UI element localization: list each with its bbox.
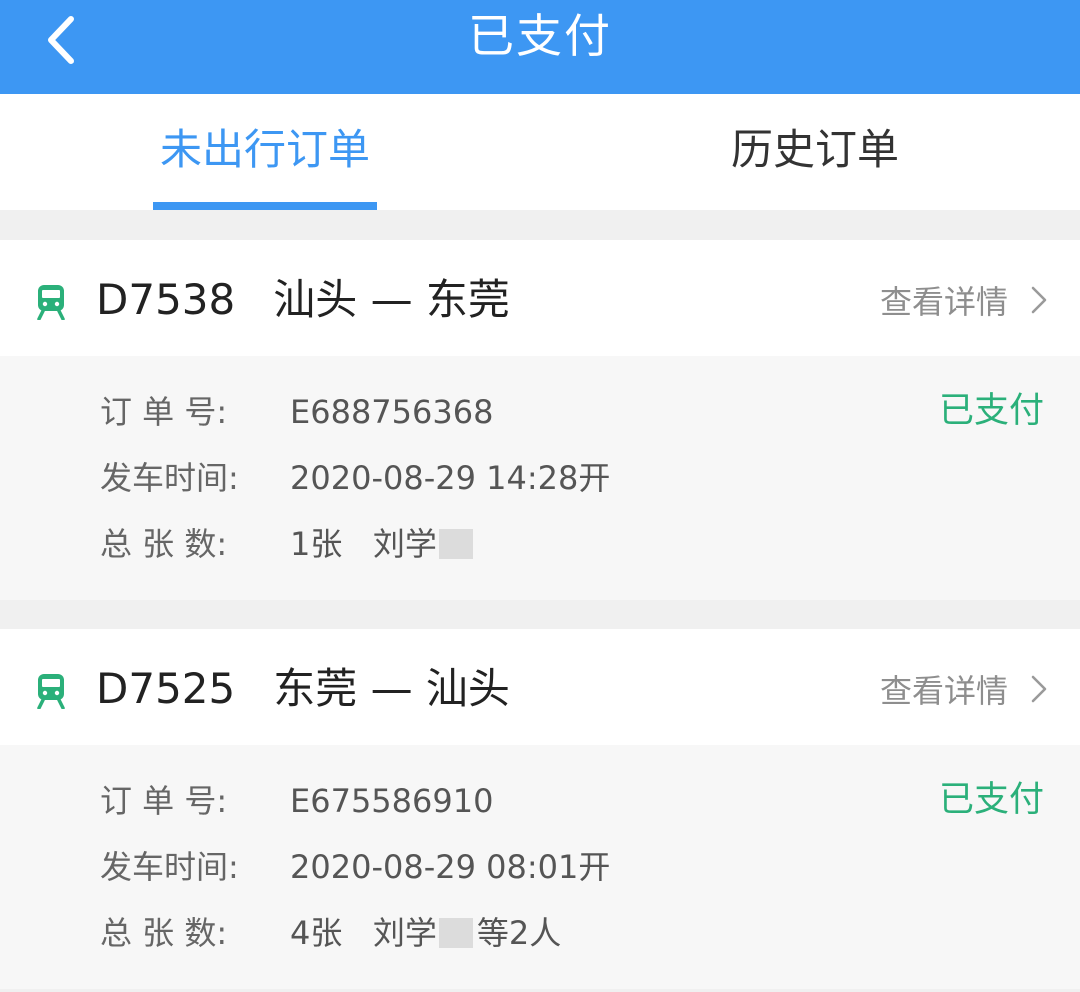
order-number-label: 订 单 号: [100, 393, 228, 431]
ticket-count-row: 总 张 数: 1张 刘学 [100, 522, 477, 566]
train-number: D7538 [96, 275, 236, 324]
train-icon [37, 674, 65, 709]
route-stations: 汕头 — 东莞 [273, 275, 510, 324]
tab-history-orders[interactable]: 历史订单 [700, 120, 930, 180]
order-card: D7538 汕头 — 东莞 查看详情 订 单 号: E688756368 发车时间:… [0, 240, 1080, 600]
departure-time-value: 2020-08-29 14:28开 [290, 459, 611, 497]
ticket-count-row: 总 张 数: 4张 刘学 等2人 [100, 911, 561, 955]
nav-bar: 已支付 [0, 0, 1080, 94]
order-number-value: E675586910 [290, 782, 494, 820]
active-tab-indicator [153, 202, 377, 210]
page-title: 已支付 [468, 9, 612, 63]
train-route: D7525 东莞 — 汕头 [96, 659, 510, 719]
ticket-count-value: 4张 [290, 914, 343, 952]
order-number-row: 订 单 号: E688756368 [100, 390, 493, 434]
ticket-count-label: 总 张 数: [100, 525, 228, 563]
train-icon [37, 285, 65, 320]
route-stations: 东莞 — 汕头 [273, 664, 510, 713]
tab-bar: 未出行订单 历史订单 [0, 94, 1080, 210]
view-details-label: 查看详情 [879, 672, 1008, 710]
order-number-value: E688756368 [290, 393, 494, 431]
redacted-name [438, 918, 473, 948]
order-card-body: 订 单 号: E688756368 发车时间: 2020-08-29 14:28开 … [0, 356, 1080, 600]
departure-time-label: 发车时间: [100, 848, 239, 886]
departure-time-label: 发车时间: [100, 459, 239, 497]
train-route: D7538 汕头 — 东莞 [96, 270, 510, 330]
departure-time-value: 2020-08-29 08:01开 [290, 848, 611, 886]
view-details-link[interactable]: 查看详情 [880, 278, 1048, 322]
order-card-header: D7525 东莞 — 汕头 查看详情 [0, 629, 1080, 745]
passenger-name: 刘学 [372, 914, 437, 952]
order-card: D7525 东莞 — 汕头 查看详情 订 单 号: E675586910 发车时间:… [0, 629, 1080, 989]
view-details-link[interactable]: 查看详情 [880, 667, 1048, 711]
status-badge: 已支付 [938, 391, 1044, 431]
departure-time-row: 发车时间: 2020-08-29 08:01开 [100, 845, 610, 889]
passenger-name: 刘学 [372, 525, 437, 563]
ticket-count-label: 总 张 数: [100, 914, 228, 952]
order-card-header: D7538 汕头 — 东莞 查看详情 [0, 240, 1080, 356]
chevron-right-icon [1031, 675, 1047, 703]
status-badge: 已支付 [938, 780, 1044, 820]
passenger-extra: 等2人 [476, 914, 562, 952]
train-number: D7525 [96, 664, 236, 713]
order-number-row: 订 单 号: E675586910 [100, 779, 493, 823]
tab-upcoming-orders[interactable]: 未出行订单 [153, 120, 377, 180]
order-card-body: 订 单 号: E675586910 发车时间: 2020-08-29 08:01开 … [0, 745, 1080, 989]
redacted-name [438, 529, 473, 559]
departure-time-row: 发车时间: 2020-08-29 14:28开 [100, 456, 610, 500]
view-details-label: 查看详情 [879, 283, 1008, 321]
ticket-count-value: 1张 [290, 525, 343, 563]
chevron-right-icon [1031, 286, 1047, 314]
order-number-label: 订 单 号: [100, 782, 228, 820]
